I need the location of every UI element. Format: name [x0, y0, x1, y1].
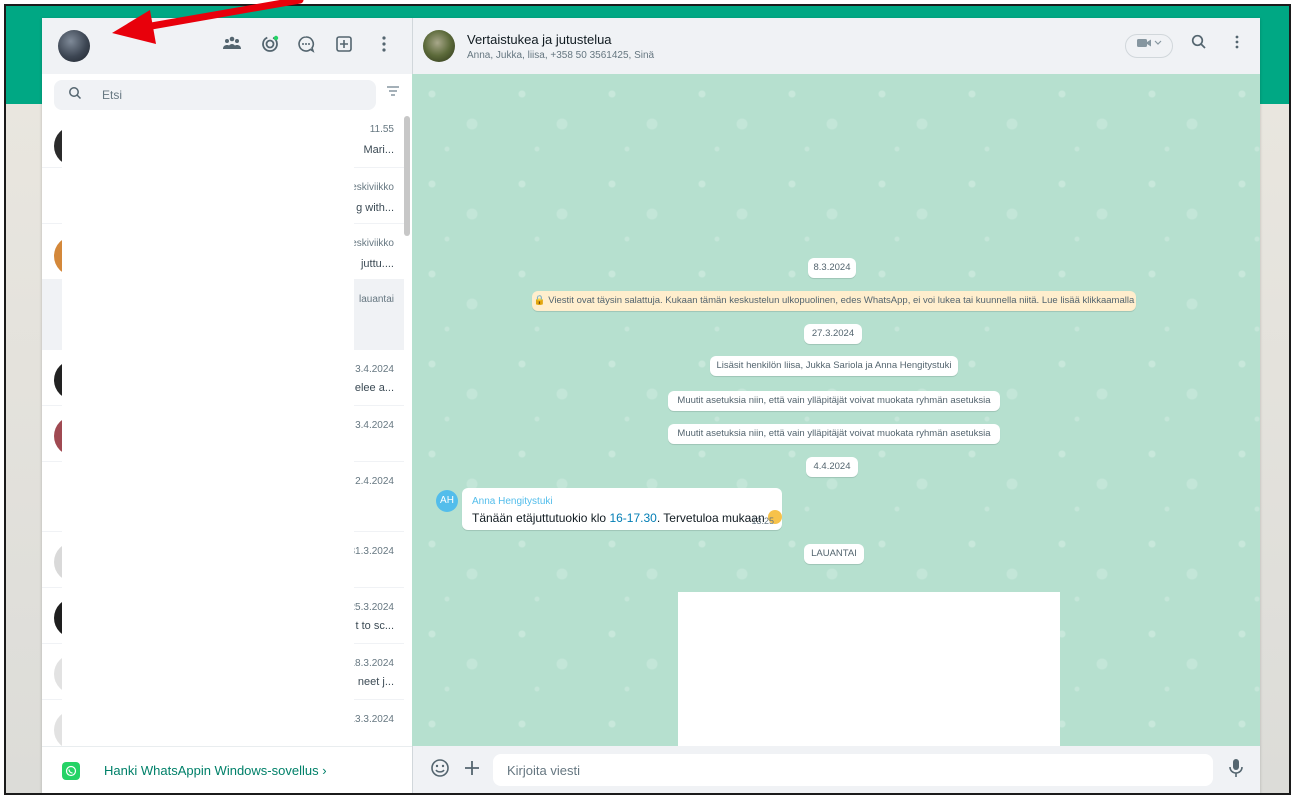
whatsapp-logo-icon	[62, 762, 80, 780]
date-separator: LAUANTAI	[804, 544, 864, 564]
group-avatar[interactable]	[423, 30, 455, 62]
channels-icon[interactable]	[294, 34, 318, 58]
redaction-overlay	[62, 116, 354, 746]
message-time: 13.25	[751, 516, 774, 526]
message-text-part: . Tervetuloa mukaan	[656, 511, 765, 525]
chat-time: 25.3.2024	[349, 602, 395, 613]
search-box[interactable]: Etsi	[54, 80, 376, 110]
menu-icon[interactable]	[372, 34, 396, 58]
message-sender[interactable]: Anna Hengitystuki	[472, 496, 553, 507]
communities-icon[interactable]	[220, 34, 244, 58]
chat-time: 3.4.2024	[355, 420, 394, 431]
whatsapp-web-app: Etsi 11.55 Mari... keskiviikko g with...	[42, 18, 1260, 793]
left-panel: Etsi 11.55 Mari... keskiviikko g with...	[42, 18, 413, 793]
chat-snippet: t to sc...	[355, 620, 394, 632]
chat-time: 3.4.2024	[355, 364, 394, 375]
chat-snippet: Mari...	[363, 144, 394, 156]
emoji-icon[interactable]	[427, 758, 453, 784]
message-text-part: Tänään etäjuttutuokio klo	[472, 511, 610, 525]
system-message: Lisäsit henkilön liisa, Jukka Sariola ja…	[710, 356, 958, 376]
filter-icon[interactable]	[386, 84, 400, 104]
message-link[interactable]: 16-17.30	[609, 511, 656, 525]
group-members: Anna, Jukka, liisa, +358 50 3561425, Sin…	[467, 50, 655, 61]
profile-avatar[interactable]	[58, 30, 90, 62]
message-text: Tänään etäjuttutuokio klo 16-17.30. Terv…	[472, 510, 782, 525]
chat-time: 13.3.2024	[349, 714, 395, 725]
chat-time: 11.55	[369, 124, 394, 135]
search-icon	[68, 86, 82, 103]
redacted-message	[678, 592, 1060, 746]
chat-snippet: g with...	[356, 202, 394, 214]
left-header	[42, 18, 412, 74]
attach-plus-icon[interactable]	[459, 758, 485, 784]
chat-time: 18.3.2024	[349, 658, 395, 669]
message-bubble[interactable]: Anna Hengitystuki Tänään etäjuttutuokio …	[462, 488, 782, 530]
microphone-icon[interactable]	[1223, 758, 1249, 784]
video-call-button[interactable]	[1125, 34, 1173, 58]
encryption-notice[interactable]: 🔒 Viestit ovat täysin salattuja. Kukaan …	[532, 291, 1136, 311]
system-message: Muutit asetuksia niin, että vain ylläpit…	[668, 391, 1000, 411]
conversation-menu-icon[interactable]	[1225, 34, 1249, 58]
search-row: Etsi	[42, 74, 412, 116]
new-chat-icon[interactable]	[332, 34, 356, 58]
compose-bar	[412, 746, 1260, 793]
windows-app-promo[interactable]: Hanki WhatsAppin Windows-sovellus ›	[42, 746, 412, 793]
system-message: Muutit asetuksia niin, että vain ylläpit…	[668, 424, 1000, 444]
screenshot-frame: Etsi 11.55 Mari... keskiviikko g with...	[4, 4, 1291, 795]
chat-snippet: elee a...	[354, 382, 394, 394]
conversation-panel: Vertaistukea ja jutustelua Anna, Jukka, …	[412, 18, 1260, 793]
conversation-header[interactable]: Vertaistukea ja jutustelua Anna, Jukka, …	[412, 18, 1260, 74]
chat-snippet: juttu....	[360, 258, 394, 270]
date-separator: 4.4.2024	[806, 457, 858, 477]
promo-link[interactable]: Hanki WhatsAppin Windows-sovellus ›	[104, 763, 327, 778]
chat-time: 2.4.2024	[355, 476, 394, 487]
status-icon[interactable]	[258, 34, 282, 58]
chat-time: lauantai	[358, 294, 394, 305]
search-messages-icon[interactable]	[1187, 34, 1211, 58]
message-area[interactable]: 8.3.2024 🔒 Viestit ovat täysin salattuja…	[412, 74, 1260, 746]
chat-time: 31.3.2024	[349, 546, 395, 557]
sender-avatar[interactable]: AH	[436, 490, 458, 512]
group-name[interactable]: Vertaistukea ja jutustelua	[467, 32, 612, 47]
date-separator: 27.3.2024	[804, 324, 862, 344]
chat-snippet: neet j...	[357, 676, 394, 688]
chat-list-scrollbar[interactable]	[404, 116, 410, 236]
search-input[interactable]: Etsi	[102, 88, 122, 102]
message-input[interactable]	[493, 754, 1213, 786]
date-separator: 8.3.2024	[808, 258, 856, 278]
